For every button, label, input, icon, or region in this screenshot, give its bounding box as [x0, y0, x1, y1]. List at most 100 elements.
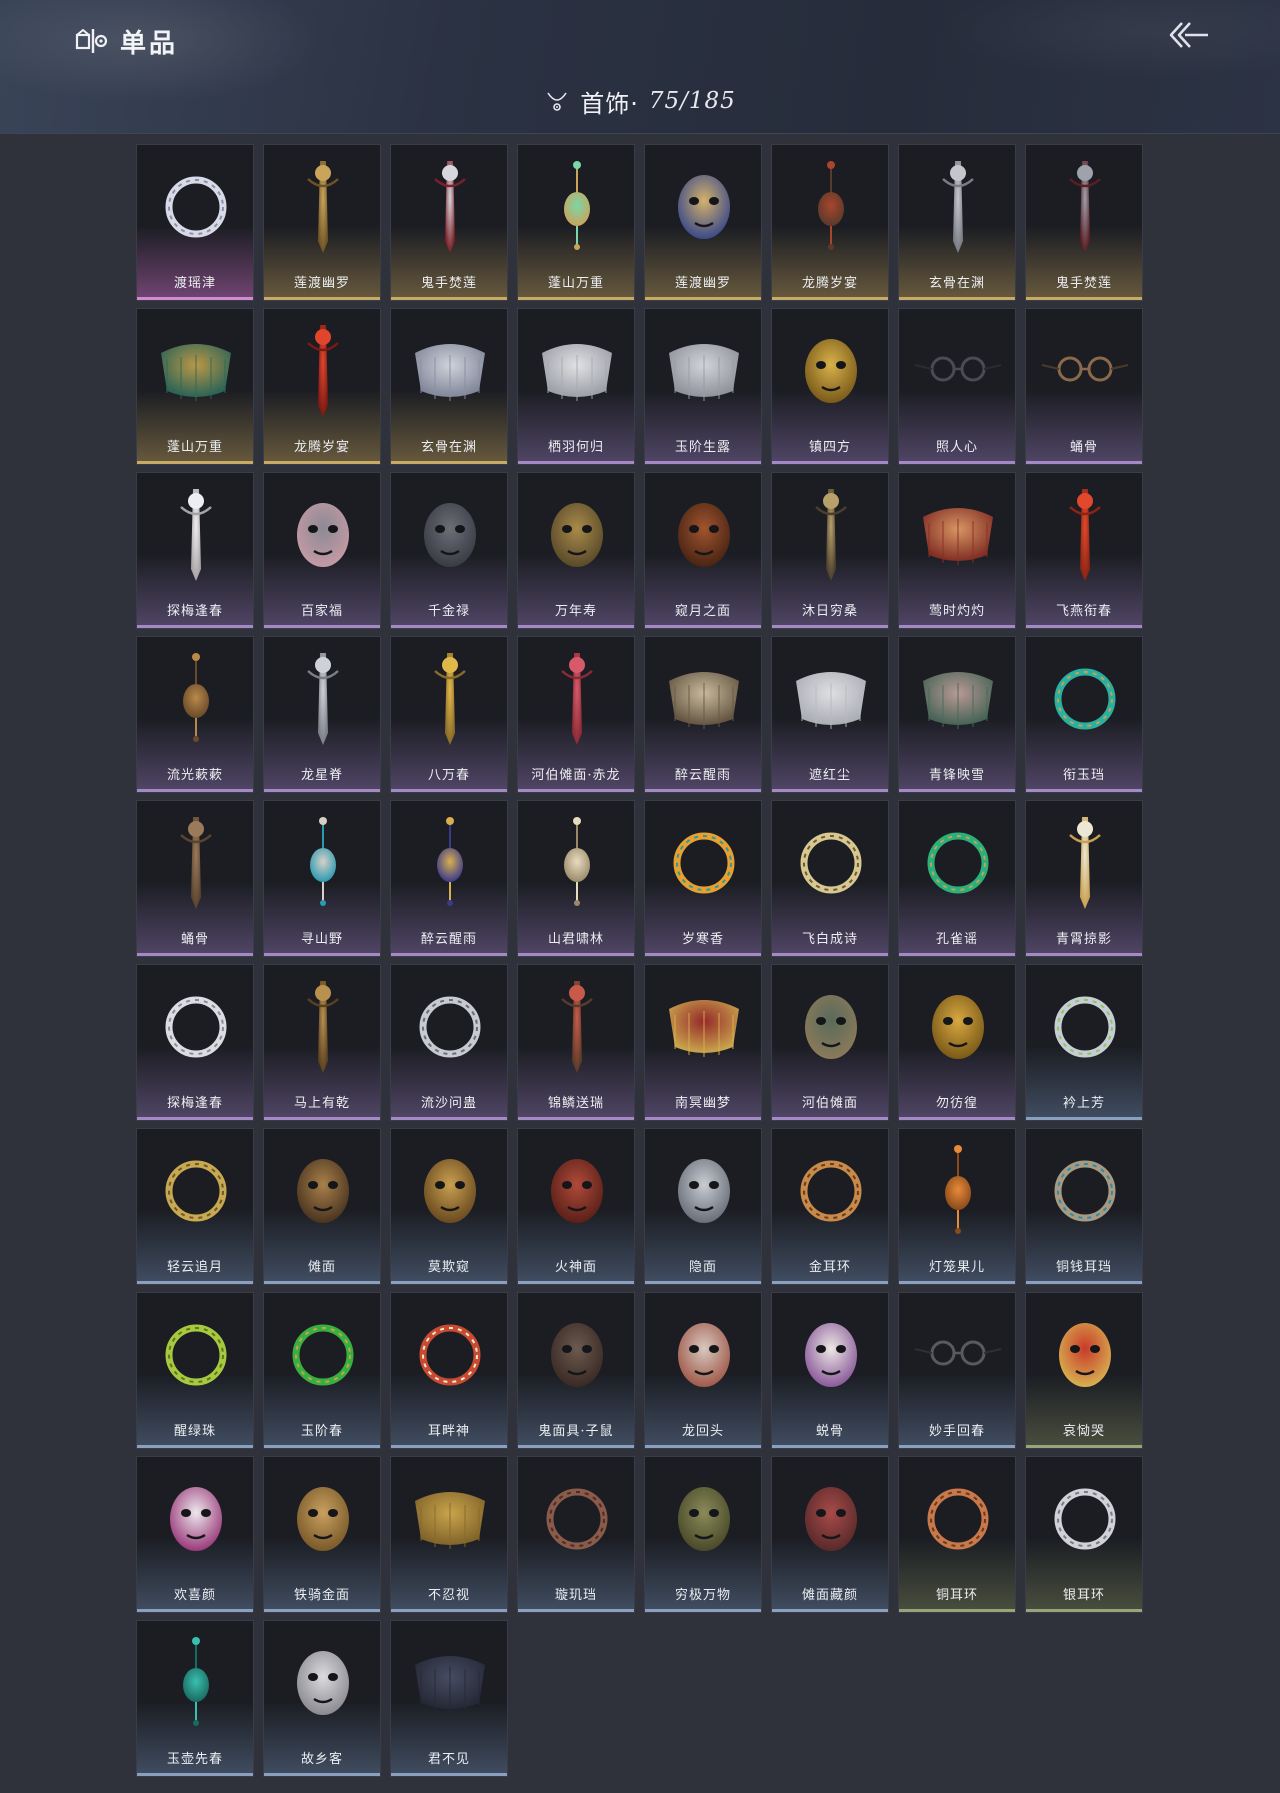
item-card[interactable]: 蛹骨: [1025, 308, 1143, 465]
item-card[interactable]: 南冥幽梦: [644, 964, 762, 1121]
item-name: 衔玉珰: [1062, 768, 1105, 783]
item-card[interactable]: 隐面: [644, 1128, 762, 1285]
item-name: 鬼手焚莲: [420, 276, 477, 291]
item-card[interactable]: 河伯傩面·赤龙: [517, 636, 635, 793]
item-card[interactable]: 玉壶先春: [136, 1620, 254, 1777]
item-card[interactable]: 蛹骨: [136, 800, 254, 957]
item-card[interactable]: 蜕骨: [771, 1292, 889, 1449]
item-card[interactable]: 鬼手焚莲: [390, 144, 508, 301]
item-card[interactable]: 河伯傩面: [771, 964, 889, 1121]
item-card[interactable]: 莫欺窥: [390, 1128, 508, 1285]
item-card[interactable]: 衔玉珰: [1025, 636, 1143, 793]
item-card[interactable]: 龙腾岁宴: [771, 144, 889, 301]
rarity-underline: [645, 625, 761, 628]
item-card[interactable]: 醉云醒雨: [644, 636, 762, 793]
item-card[interactable]: 莺时灼灼: [898, 472, 1016, 629]
item-card[interactable]: 欢喜颜: [136, 1456, 254, 1613]
gold-medallion-pendant-icon: [678, 175, 730, 239]
item-card[interactable]: 龙回头: [644, 1292, 762, 1449]
item-card[interactable]: 龙腾岁宴: [263, 308, 381, 465]
item-card[interactable]: 哀恸哭: [1025, 1292, 1143, 1449]
item-card[interactable]: 镇四方: [771, 308, 889, 465]
item-card[interactable]: 孔雀谣: [898, 800, 1016, 957]
item-card[interactable]: 傩面藏颜: [771, 1456, 889, 1613]
item-card[interactable]: 马上有乾: [263, 964, 381, 1121]
rarity-underline: [772, 1117, 888, 1120]
item-card[interactable]: 锦鳞送瑞: [517, 964, 635, 1121]
bronze-taotie-mask-icon: [678, 1487, 730, 1551]
item-card[interactable]: 莲渡幽罗: [644, 144, 762, 301]
silver-face-mask-icon: [678, 1159, 730, 1223]
item-card[interactable]: 沐日穷桑: [771, 472, 889, 629]
item-card[interactable]: 穷极万物: [644, 1456, 762, 1613]
back-button[interactable]: [1164, 16, 1214, 54]
item-card[interactable]: 照人心: [898, 308, 1016, 465]
item-card[interactable]: 铁骑金面: [263, 1456, 381, 1613]
bearded-warrior-mask-icon: [297, 1159, 349, 1223]
gold-horn-ornaments-icon: [307, 161, 339, 253]
item-card[interactable]: 灯笼果儿: [898, 1128, 1016, 1285]
item-card[interactable]: 遮红尘: [771, 636, 889, 793]
item-card[interactable]: 故乡客: [263, 1620, 381, 1777]
item-card[interactable]: 耳畔神: [390, 1292, 508, 1449]
item-card[interactable]: 飞白成诗: [771, 800, 889, 957]
item-card[interactable]: 蓬山万重: [136, 308, 254, 465]
item-card[interactable]: 鬼手焚莲: [1025, 144, 1143, 301]
item-name: 窥月之面: [674, 604, 731, 619]
item-card[interactable]: 铜耳环: [898, 1456, 1016, 1613]
rarity-underline: [899, 625, 1015, 628]
item-card[interactable]: 窥月之面: [644, 472, 762, 629]
item-card[interactable]: 飞燕衔春: [1025, 472, 1143, 629]
item-card[interactable]: 青锋映雪: [898, 636, 1016, 793]
item-card[interactable]: 玄骨在渊: [390, 308, 508, 465]
red-opera-mask-icon: [1059, 1323, 1111, 1387]
item-card[interactable]: 万年寿: [517, 472, 635, 629]
item-card[interactable]: 玉阶生露: [644, 308, 762, 465]
item-card[interactable]: 千金禄: [390, 472, 508, 629]
item-card[interactable]: 龙星脊: [263, 636, 381, 793]
item-name: 蓬山万重: [547, 276, 604, 291]
item-name: 龙腾岁宴: [801, 276, 858, 291]
item-card[interactable]: 君不见: [390, 1620, 508, 1777]
item-name: 探梅逢春: [166, 1096, 223, 1111]
item-card[interactable]: 栖羽何归: [517, 308, 635, 465]
item-card[interactable]: 流光蔌蔌: [136, 636, 254, 793]
item-card[interactable]: 青霄掠影: [1025, 800, 1143, 957]
item-card[interactable]: 八万春: [390, 636, 508, 793]
item-card[interactable]: 轻云追月: [136, 1128, 254, 1285]
item-card[interactable]: 山君啸林: [517, 800, 635, 957]
item-card[interactable]: 醒绿珠: [136, 1292, 254, 1449]
item-card[interactable]: 流沙问蛊: [390, 964, 508, 1121]
item-card[interactable]: 玉阶春: [263, 1292, 381, 1449]
item-name: 河伯傩面: [801, 1096, 858, 1111]
brand: 单品: [74, 24, 178, 59]
item-card[interactable]: 岁寒香: [644, 800, 762, 957]
item-card[interactable]: 醉云醒雨: [390, 800, 508, 957]
item-name: 耳畔神: [427, 1424, 470, 1439]
item-card[interactable]: 璇玑珰: [517, 1456, 635, 1613]
item-card[interactable]: 渡瑶津: [136, 144, 254, 301]
item-name: 穷极万物: [674, 1588, 731, 1603]
item-name: 莲渡幽罗: [293, 276, 350, 291]
item-card[interactable]: 莲渡幽罗: [263, 144, 381, 301]
item-card[interactable]: 勿彷徨: [898, 964, 1016, 1121]
item-card[interactable]: 不忍视: [390, 1456, 508, 1613]
rarity-underline: [391, 1773, 507, 1776]
item-name: 龙星脊: [300, 768, 343, 783]
rarity-underline: [899, 1281, 1015, 1284]
item-card[interactable]: 玄骨在渊: [898, 144, 1016, 301]
item-card[interactable]: 探梅逢春: [136, 472, 254, 629]
item-card[interactable]: 百家福: [263, 472, 381, 629]
item-card[interactable]: 鬼面具·子鼠: [517, 1292, 635, 1449]
item-card[interactable]: 火神面: [517, 1128, 635, 1285]
item-card[interactable]: 银耳环: [1025, 1456, 1143, 1613]
item-card[interactable]: 铜钱耳珰: [1025, 1128, 1143, 1285]
item-card[interactable]: 蓬山万重: [517, 144, 635, 301]
item-card[interactable]: 寻山野: [263, 800, 381, 957]
item-card[interactable]: 金耳环: [771, 1128, 889, 1285]
item-card[interactable]: 妙手回春: [898, 1292, 1016, 1449]
item-card[interactable]: 衿上芳: [1025, 964, 1143, 1121]
item-card[interactable]: 傩面: [263, 1128, 381, 1285]
category-count: 75/185: [648, 88, 736, 114]
item-card[interactable]: 探梅逢春: [136, 964, 254, 1121]
